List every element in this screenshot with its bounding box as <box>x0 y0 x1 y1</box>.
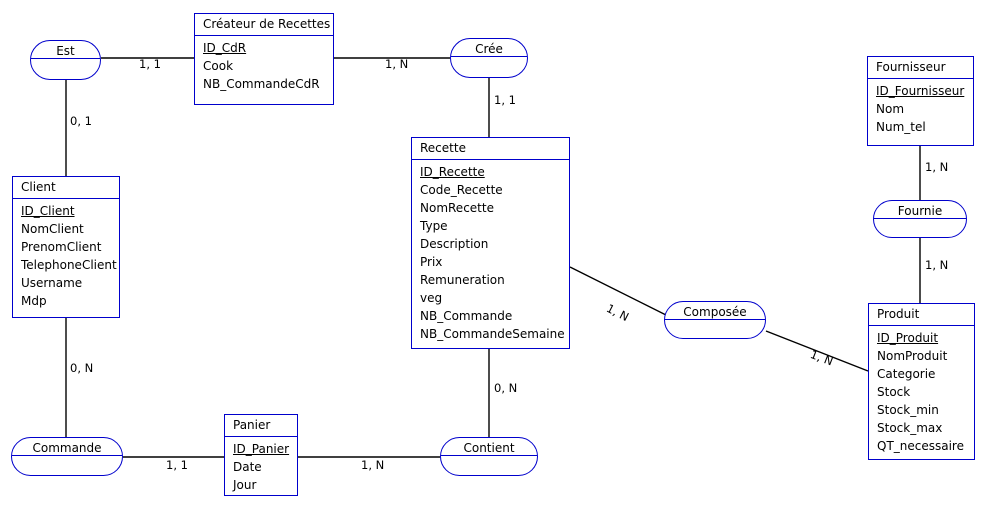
attribute-type: Type <box>420 219 448 233</box>
relationship-cree[interactable]: Crée <box>450 38 528 78</box>
attribute-date: Date <box>233 460 262 474</box>
attribute-code-recette: Code_Recette <box>420 183 503 197</box>
cardinality-panier-contient: 1, N <box>361 458 385 472</box>
relationship-cree-label: Crée <box>451 39 527 57</box>
attribute-stock-min: Stock_min <box>877 403 939 417</box>
attribute-username: Username <box>21 276 83 290</box>
cardinality-createur-cree: 1, N <box>385 57 409 71</box>
cardinality-recette-composee: 1, N <box>604 301 632 325</box>
relationship-fournie[interactable]: Fournie <box>873 200 967 238</box>
cardinality-commande-panier: 1, 1 <box>166 458 188 472</box>
cardinality-est-createur: 1, 1 <box>139 57 161 71</box>
entity-recette[interactable]: Recette ID_Recette Code_Recette NomRecet… <box>411 137 570 349</box>
attribute-telephone-client: TelephoneClient <box>21 258 117 272</box>
attribute-cook: Cook <box>203 59 234 73</box>
entity-fournisseur-attributes: ID_Fournisseur Nom Num_tel <box>868 79 973 140</box>
entity-panier-title: Panier <box>225 415 297 437</box>
attribute-prenom-client: PrenomClient <box>21 240 102 254</box>
attribute-id-produit: ID_Produit <box>877 331 939 345</box>
relationship-fournie-label: Fournie <box>874 201 966 219</box>
relationship-contient[interactable]: Contient <box>440 437 538 476</box>
attribute-prix: Prix <box>420 255 443 269</box>
relationship-composee-label: Composée <box>665 302 765 320</box>
cardinality-fournisseur-fournie: 1, N <box>925 160 949 174</box>
attribute-jour: Jour <box>233 478 257 492</box>
attribute-categorie: Categorie <box>877 367 936 381</box>
attribute-nom-recette: NomRecette <box>420 201 494 215</box>
entity-fournisseur-title: Fournisseur <box>868 57 973 79</box>
attribute-veg: veg <box>420 291 443 305</box>
attribute-nb-commande-cdr: NB_CommandeCdR <box>203 77 320 91</box>
entity-client[interactable]: Client ID_Client NomClient PrenomClient … <box>12 176 120 318</box>
attribute-id-fournisseur: ID_Fournisseur <box>876 84 965 98</box>
cardinality-client-commande: 0, N <box>70 361 94 375</box>
entity-produit-title: Produit <box>869 304 974 326</box>
cardinality-composee-produit: 1, N <box>808 347 836 369</box>
relationship-commande[interactable]: Commande <box>11 437 123 476</box>
attribute-id-client: ID_Client <box>21 204 75 218</box>
cardinality-fournie-produit: 1, N <box>925 258 949 272</box>
entity-fournisseur[interactable]: Fournisseur ID_Fournisseur Nom Num_tel <box>867 56 974 146</box>
relationship-composee[interactable]: Composée <box>664 301 766 339</box>
entity-panier-attributes: ID_Panier Date Jour <box>225 437 297 498</box>
attribute-nb-commande: NB_Commande <box>420 309 513 323</box>
entity-produit[interactable]: Produit ID_Produit NomProduit Categorie … <box>868 303 975 460</box>
relationship-est-label: Est <box>31 41 100 59</box>
er-diagram-canvas: Est Créateur de Recettes ID_CdR Cook NB_… <box>0 0 997 512</box>
cardinality-cree-recette: 1, 1 <box>494 93 516 107</box>
entity-recette-attributes: ID_Recette Code_Recette NomRecette Type … <box>412 160 569 347</box>
entity-panier[interactable]: Panier ID_Panier Date Jour <box>224 414 298 496</box>
entity-createur-attributes: ID_CdR Cook NB_CommandeCdR <box>195 36 333 97</box>
attribute-remuneration: Remuneration <box>420 273 505 287</box>
relationship-est[interactable]: Est <box>30 40 101 80</box>
entity-produit-attributes: ID_Produit NomProduit Categorie Stock St… <box>869 326 974 459</box>
attribute-nom: Nom <box>876 102 905 116</box>
attribute-id-panier: ID_Panier <box>233 442 290 456</box>
entity-createur-de-recettes[interactable]: Créateur de Recettes ID_CdR Cook NB_Comm… <box>194 13 334 105</box>
attribute-mdp: Mdp <box>21 294 47 308</box>
relationship-commande-label: Commande <box>12 438 122 456</box>
entity-client-attributes: ID_Client NomClient PrenomClient Telepho… <box>13 199 119 314</box>
attribute-nom-client: NomClient <box>21 222 84 236</box>
relationship-contient-label: Contient <box>441 438 537 456</box>
entity-client-title: Client <box>13 177 119 199</box>
attribute-stock-max: Stock_max <box>877 421 943 435</box>
cardinality-est-client: 0, 1 <box>70 114 92 128</box>
attribute-num-tel: Num_tel <box>876 120 926 134</box>
attribute-nb-commande-semaine: NB_CommandeSemaine <box>420 327 565 341</box>
entity-createur-title: Créateur de Recettes <box>195 14 333 36</box>
cardinality-recette-contient: 0, N <box>494 381 518 395</box>
attribute-nom-produit: NomProduit <box>877 349 948 363</box>
attribute-id-cdr: ID_CdR <box>203 41 247 55</box>
attribute-stock: Stock <box>877 385 911 399</box>
attribute-description: Description <box>420 237 489 251</box>
attribute-id-recette: ID_Recette <box>420 165 485 179</box>
entity-recette-title: Recette <box>412 138 569 160</box>
attribute-qt-necessaire: QT_necessaire <box>877 439 964 453</box>
